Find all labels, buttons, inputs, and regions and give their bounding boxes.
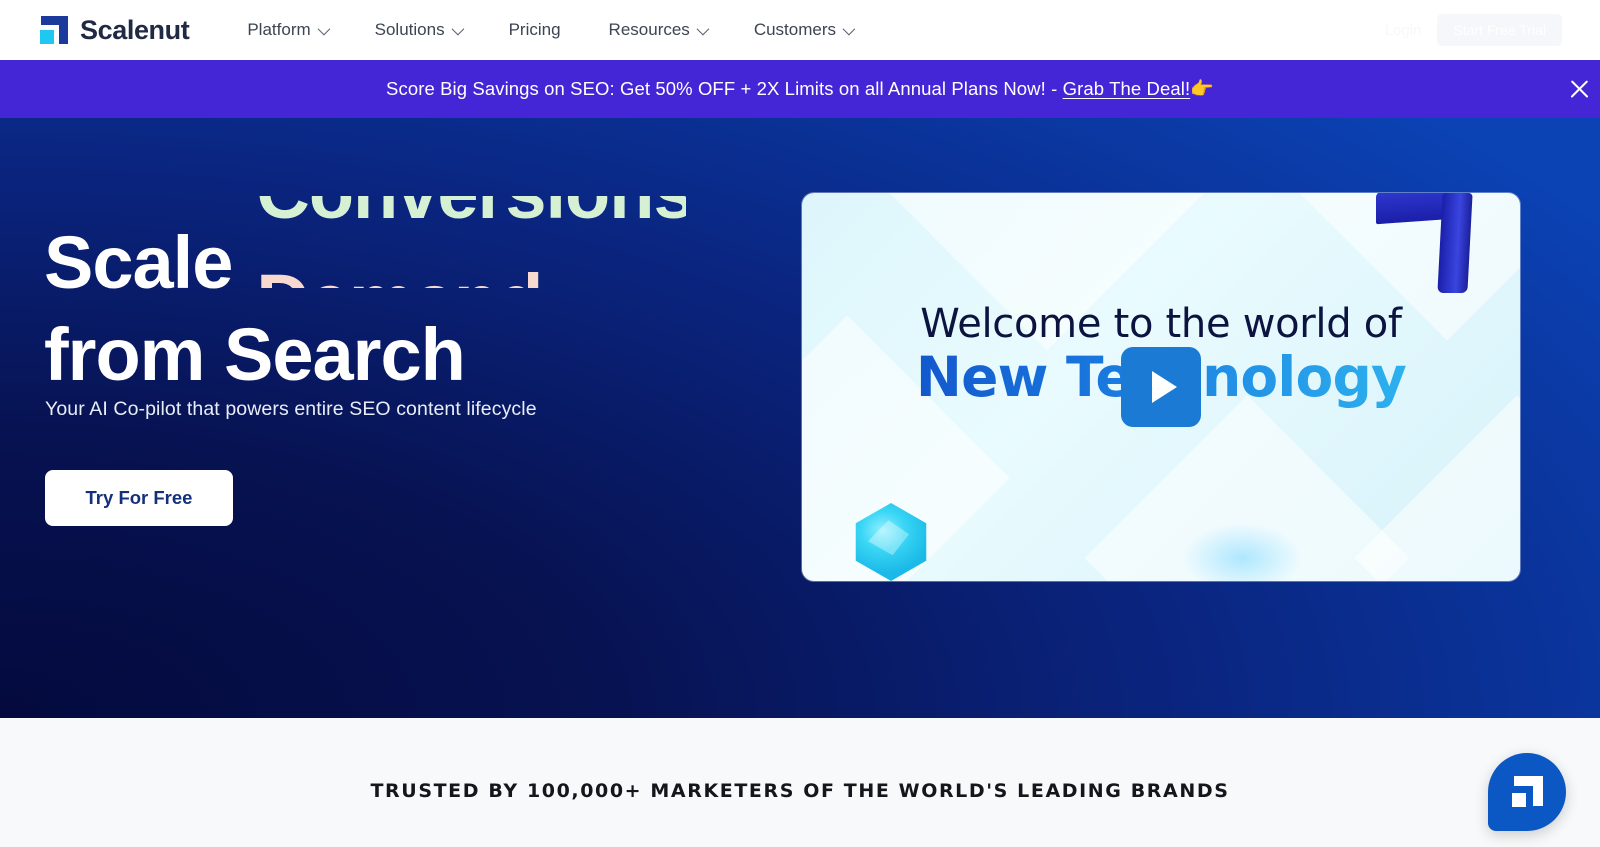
promo-text-lead: Score Big Savings on SEO: Get 50% OFF + … bbox=[386, 78, 1063, 99]
nav-item-solutions[interactable]: Solutions bbox=[351, 10, 485, 50]
headline-static-first: Scale bbox=[44, 221, 233, 304]
promo-banner: Score Big Savings on SEO: Get 50% OFF + … bbox=[0, 60, 1600, 118]
trusted-by-section: TRUSTED BY 100,000+ MARKETERS OF THE WOR… bbox=[0, 718, 1600, 847]
nav-item-pricing[interactable]: Pricing bbox=[485, 10, 585, 50]
try-for-free-button[interactable]: Try For Free bbox=[45, 470, 233, 526]
chevron-down-icon bbox=[317, 22, 330, 35]
chevron-down-icon bbox=[451, 22, 464, 35]
chat-widget-button[interactable] bbox=[1488, 753, 1566, 831]
hero-video-card[interactable]: Welcome to the world of New Technology bbox=[802, 193, 1520, 581]
nav-item-platform[interactable]: Platform bbox=[223, 10, 350, 50]
hero-section: Scale Conversions Demand from Search You… bbox=[0, 118, 1600, 718]
nav-item-label: Pricing bbox=[508, 20, 561, 39]
start-free-trial-button[interactable]: Start Free Trial bbox=[1437, 14, 1562, 46]
brand-name: Scalenut bbox=[80, 14, 190, 45]
scalenut-chat-logo-icon bbox=[1511, 776, 1543, 808]
decorative-triangle bbox=[1354, 395, 1520, 581]
pointing-hand-icon: 👉 bbox=[1190, 79, 1214, 100]
scalenut-3d-logo-icon bbox=[1376, 193, 1473, 293]
trusted-by-title: TRUSTED BY 100,000+ MARKETERS OF THE WOR… bbox=[370, 780, 1230, 802]
brand-logo[interactable]: Scalenut bbox=[38, 14, 190, 46]
nav-item-label: Customers bbox=[753, 20, 836, 39]
main-nav: Platform Solutions Pricing Resources Cus… bbox=[223, 10, 876, 50]
rotating-word-exiting: Conversions bbox=[256, 196, 686, 238]
chevron-down-icon bbox=[842, 22, 856, 35]
promo-banner-text: Score Big Savings on SEO: Get 50% OFF + … bbox=[386, 77, 1214, 101]
nav-item-resources[interactable]: Resources bbox=[585, 10, 730, 50]
header-actions: Login Start Free Trial bbox=[1385, 14, 1562, 46]
nav-item-label: Resources bbox=[608, 20, 690, 39]
headline-static-second: from Search bbox=[44, 313, 466, 396]
hero-subheading: Your AI Co-pilot that powers entire SEO … bbox=[45, 398, 537, 420]
login-link[interactable]: Login bbox=[1385, 22, 1422, 39]
rotating-word-entering: Demand bbox=[256, 256, 543, 288]
chevron-down-icon bbox=[696, 22, 710, 35]
nav-item-label: Platform bbox=[247, 20, 311, 39]
scalenut-logo-icon bbox=[38, 15, 68, 45]
play-icon[interactable] bbox=[1121, 347, 1201, 427]
headline-word-rotator: Conversions Demand bbox=[256, 196, 686, 288]
close-icon[interactable] bbox=[1562, 72, 1596, 106]
grab-the-deal-link[interactable]: Grab The Deal! bbox=[1063, 78, 1191, 99]
video-overlay-line-1: Welcome to the world of bbox=[920, 301, 1402, 347]
nav-item-customers[interactable]: Customers bbox=[730, 10, 876, 50]
site-header: Scalenut Platform Solutions Pricing Reso… bbox=[0, 0, 1600, 60]
hero-headline: Scale Conversions Demand from Search bbox=[44, 196, 686, 400]
nav-item-label: Solutions bbox=[374, 20, 445, 39]
